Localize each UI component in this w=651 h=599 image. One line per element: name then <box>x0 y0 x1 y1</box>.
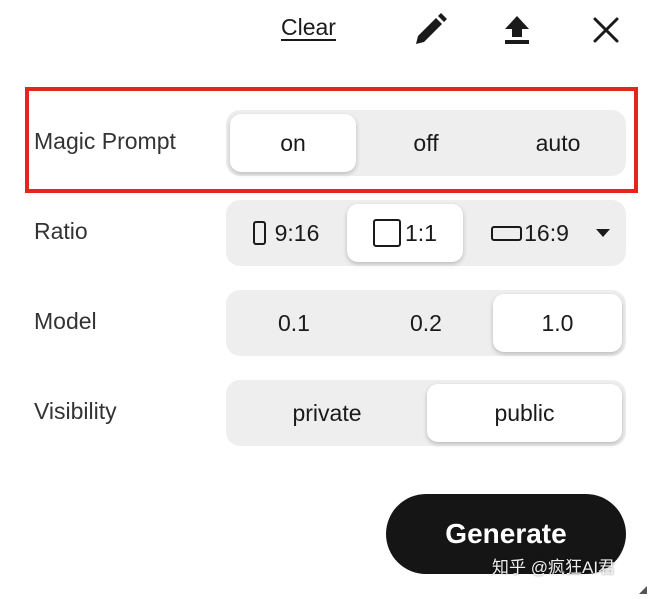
ratio-option-1-1[interactable]: 1:1 <box>347 204 463 262</box>
magic-prompt-selector: on off auto <box>226 110 626 176</box>
visibility-label: Visibility <box>34 398 117 424</box>
clear-button[interactable]: Clear <box>281 14 336 41</box>
visibility-selector: private public <box>226 380 626 446</box>
model-option-0-2[interactable]: 0.2 <box>362 294 490 352</box>
ratio-option-label: 9:16 <box>274 219 320 246</box>
model-label: Model <box>34 308 97 334</box>
chevron-down-icon <box>596 229 610 237</box>
pencil-icon[interactable] <box>412 12 448 48</box>
ratio-option-16-9[interactable]: 16:9 <box>480 204 580 262</box>
square-shape-icon <box>373 219 401 247</box>
model-option-1-0[interactable]: 1.0 <box>493 294 622 352</box>
magic-prompt-label: Magic Prompt <box>34 128 176 154</box>
watermark: 知乎 @疯狂AI君 <box>492 558 616 577</box>
landscape-shape-icon <box>491 225 523 241</box>
magic-prompt-option-off[interactable]: off <box>360 114 492 172</box>
magic-prompt-option-on[interactable]: on <box>230 114 356 172</box>
ratio-option-9-16[interactable]: 9:16 <box>230 204 342 262</box>
close-icon[interactable] <box>592 16 620 44</box>
visibility-option-private[interactable]: private <box>230 384 424 442</box>
ratio-option-label: 1:1 <box>405 219 437 246</box>
ratio-selector: 9:16 1:1 16:9 <box>226 200 626 266</box>
ratio-option-label: 16:9 <box>524 219 569 246</box>
magic-prompt-option-auto[interactable]: auto <box>492 114 624 172</box>
upload-icon[interactable] <box>502 14 532 46</box>
ratio-dropdown-toggle[interactable] <box>584 204 622 262</box>
visibility-option-public[interactable]: public <box>427 384 622 442</box>
model-selector: 0.1 0.2 1.0 <box>226 290 626 356</box>
resize-grip-icon[interactable] <box>639 581 647 594</box>
ratio-label: Ratio <box>34 218 88 244</box>
portrait-shape-icon <box>252 221 266 245</box>
model-option-0-1[interactable]: 0.1 <box>230 294 358 352</box>
